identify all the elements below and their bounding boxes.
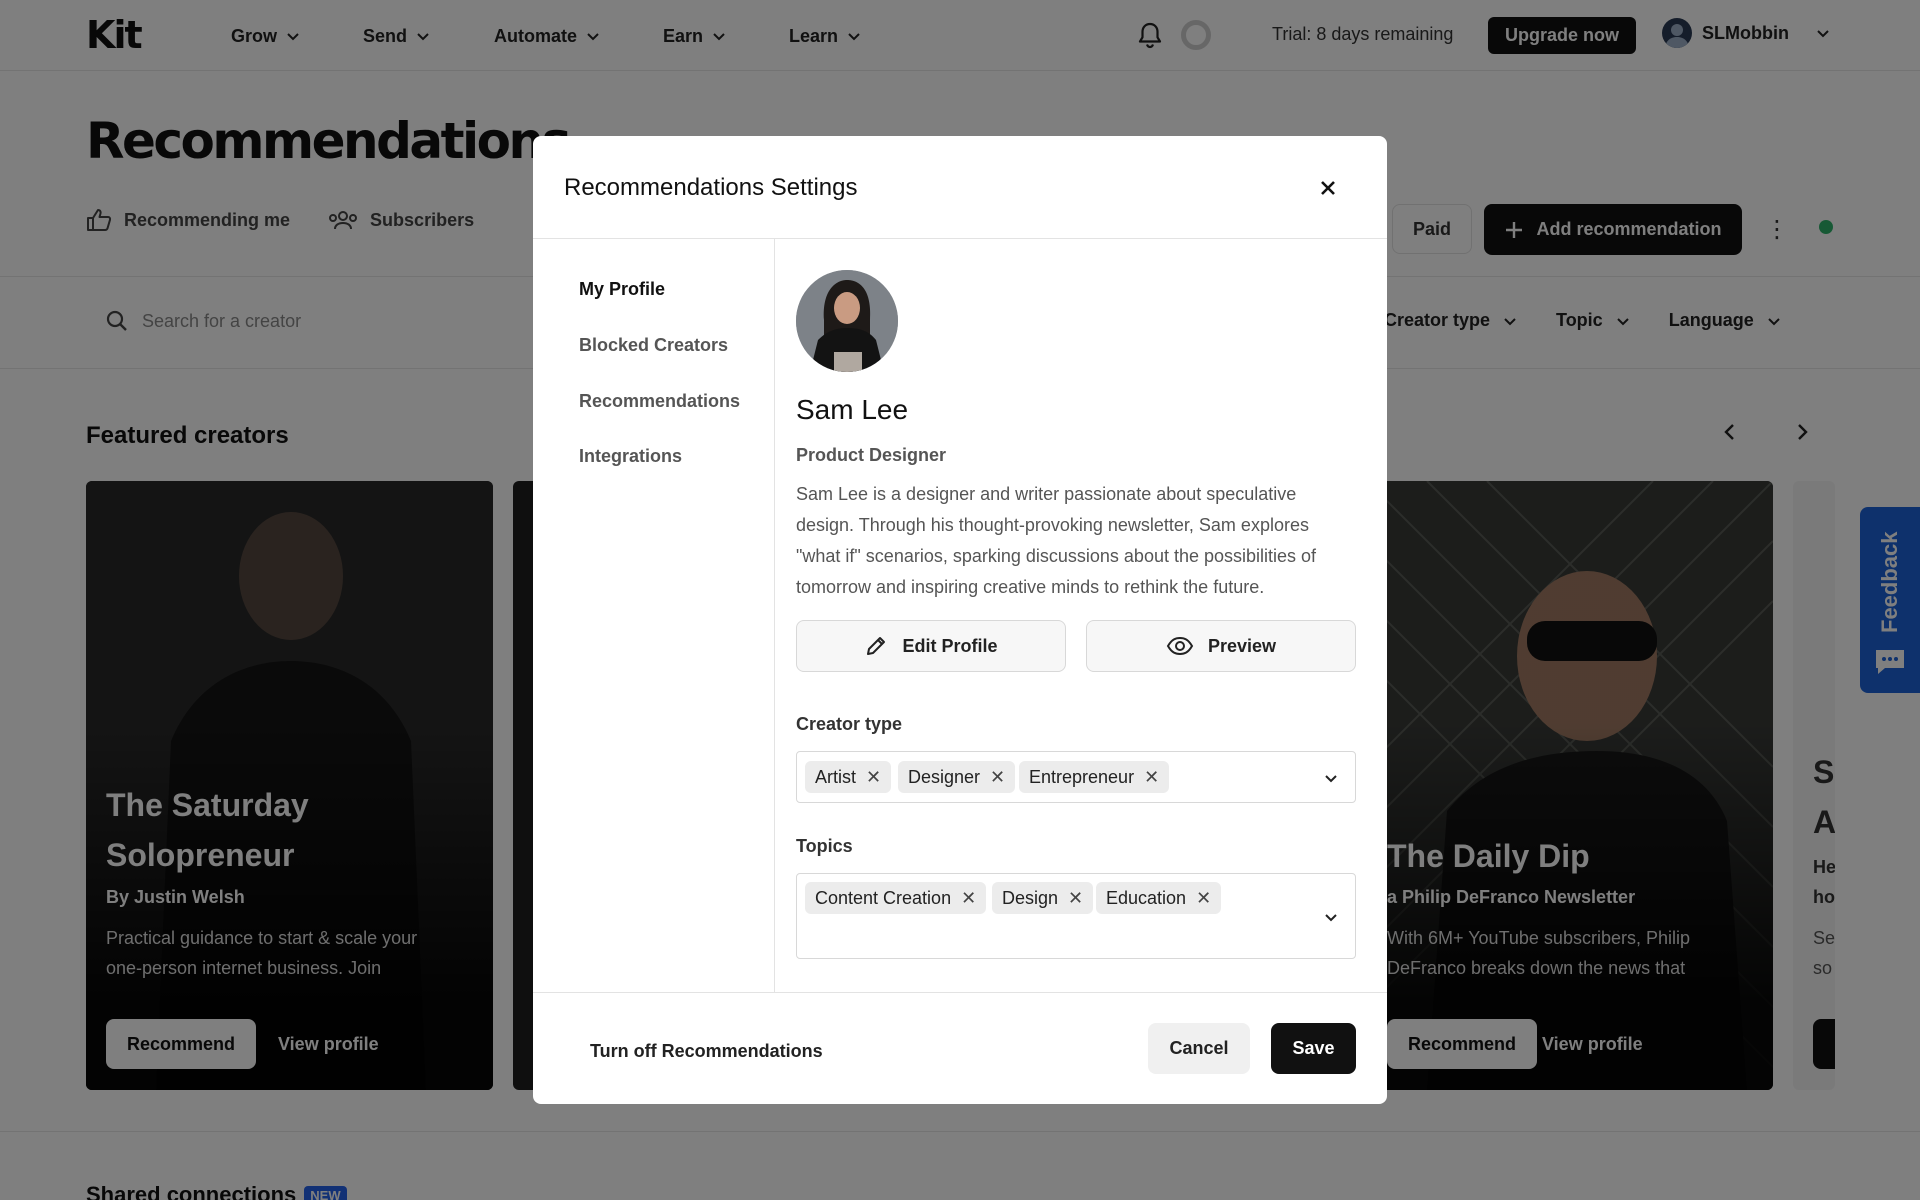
tag-label: Design xyxy=(1002,887,1059,908)
cancel-button[interactable]: Cancel xyxy=(1148,1023,1250,1074)
preview-label: Preview xyxy=(1207,635,1277,656)
sidebar-item-recommendations[interactable]: Recommendations xyxy=(579,391,740,412)
eye-icon xyxy=(1166,636,1194,656)
creator-type-label: Creator type xyxy=(796,714,903,734)
sidebar-item-integrations[interactable]: Integrations xyxy=(579,446,682,467)
modal-footer: Turn off Recommendations Cancel Save xyxy=(533,992,1387,1104)
preview-button[interactable]: Preview xyxy=(1086,620,1356,672)
profile-role: Product Designer xyxy=(796,445,947,465)
remove-tag-icon[interactable]: ✕ xyxy=(961,888,976,909)
topic-tag: Content Creation ✕ xyxy=(805,882,987,914)
sidebar-item-my-profile[interactable]: My Profile xyxy=(579,279,665,300)
profile-name: Sam Lee xyxy=(796,394,909,425)
chevron-down-icon[interactable] xyxy=(1323,770,1339,786)
chevron-down-icon[interactable] xyxy=(1323,909,1339,925)
creator-type-tag: Designer ✕ xyxy=(898,761,1016,793)
creator-type-tag: Artist ✕ xyxy=(805,761,892,793)
tag-label: Education xyxy=(1106,887,1187,908)
topic-tag: Design ✕ xyxy=(992,882,1094,914)
creator-type-select[interactable]: Artist ✕ Designer ✕ Entrepreneur ✕ xyxy=(796,751,1356,803)
settings-sidebar: My Profile Blocked Creators Recommendati… xyxy=(533,239,775,992)
topics-select[interactable]: Content Creation ✕ Design ✕ Education ✕ xyxy=(796,873,1356,959)
remove-tag-icon[interactable]: ✕ xyxy=(1144,767,1159,788)
profile-bio: Sam Lee is a designer and writer passion… xyxy=(796,484,1317,597)
profile-photo xyxy=(796,270,898,372)
pencil-icon xyxy=(867,637,886,655)
edit-profile-label: Edit Profile xyxy=(902,635,998,656)
profile-avatar xyxy=(796,270,898,372)
remove-tag-icon[interactable]: ✕ xyxy=(1068,888,1083,909)
creator-type-tag: Entrepreneur ✕ xyxy=(1019,761,1170,793)
tag-label: Artist xyxy=(815,766,857,787)
save-button[interactable]: Save xyxy=(1271,1023,1356,1074)
close-button[interactable] xyxy=(1315,175,1341,201)
topics-label: Topics xyxy=(796,836,853,856)
edit-profile-button[interactable]: Edit Profile xyxy=(796,620,1066,672)
modal-header: Recommendations Settings xyxy=(533,136,1387,239)
remove-tag-icon[interactable]: ✕ xyxy=(866,767,881,788)
recommendations-settings-modal: Recommendations Settings My Profile Bloc… xyxy=(533,136,1387,1104)
remove-tag-icon[interactable]: ✕ xyxy=(990,767,1005,788)
tag-label: Entrepreneur xyxy=(1029,766,1135,787)
turn-off-recommendations-button[interactable]: Turn off Recommendations xyxy=(590,1041,823,1062)
close-icon xyxy=(1321,181,1335,195)
tag-label: Designer xyxy=(908,766,981,787)
sidebar-item-blocked-creators[interactable]: Blocked Creators xyxy=(579,335,728,356)
remove-tag-icon[interactable]: ✕ xyxy=(1196,888,1211,909)
topic-tag: Education ✕ xyxy=(1096,882,1222,914)
tag-label: Content Creation xyxy=(815,887,952,908)
modal-title: Recommendations Settings xyxy=(564,174,858,201)
